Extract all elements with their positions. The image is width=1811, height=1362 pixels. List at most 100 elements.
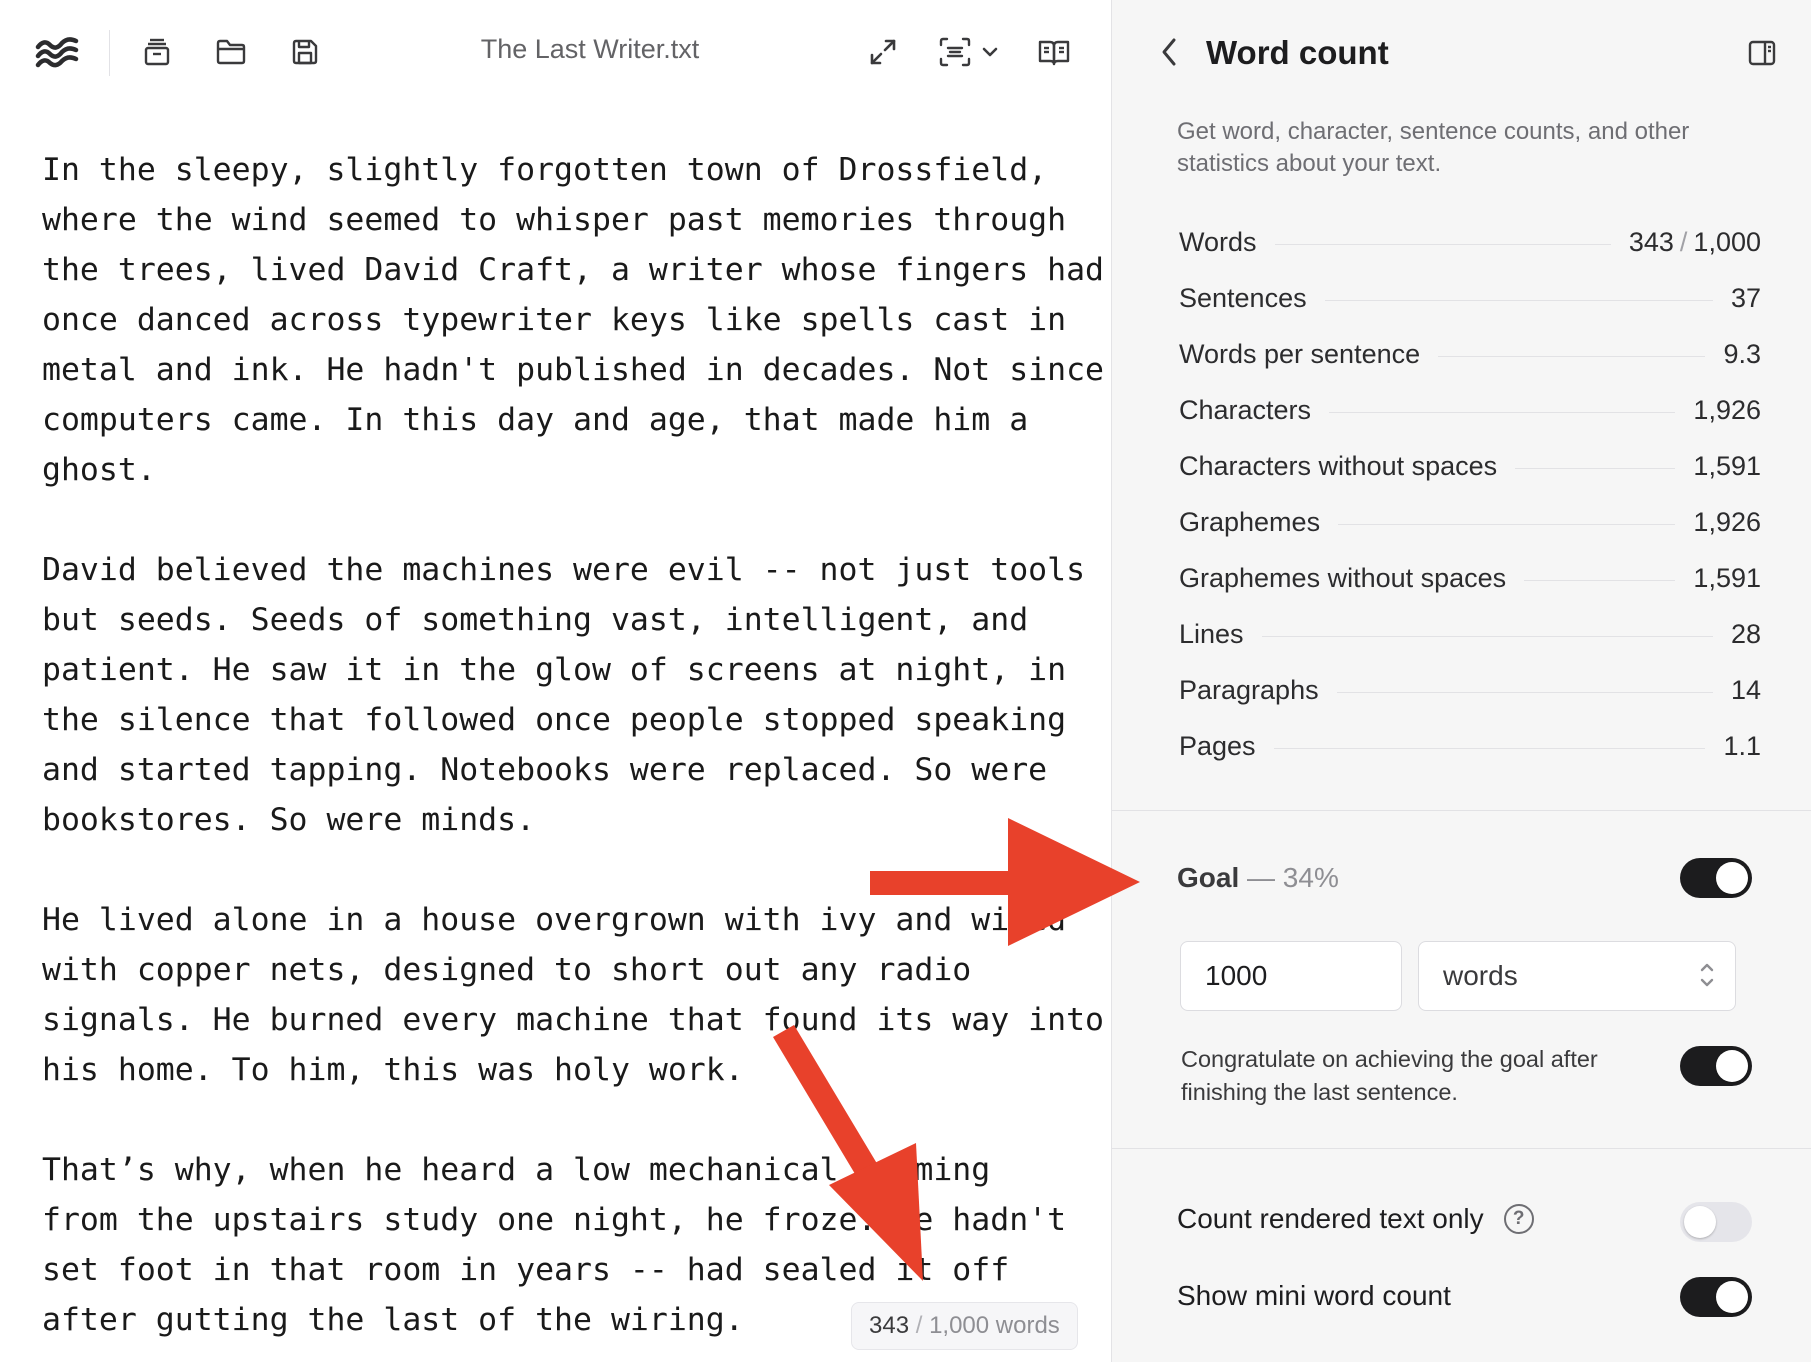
editor-line: patient. He saw it in the glow of screen… xyxy=(42,652,1067,688)
stat-leader-line xyxy=(1438,355,1706,357)
editor-line: ghost. xyxy=(42,452,156,488)
chevron-left-icon xyxy=(1162,38,1176,66)
congratulate-description: Congratulate on achieving the goal after… xyxy=(1181,1046,1598,1105)
editor-line: That’s why, when he heard a low mechanic… xyxy=(42,1152,991,1188)
mini-word-count[interactable]: 343 / 1,000 words xyxy=(851,1302,1078,1350)
mini-count-goal: 1,000 words xyxy=(929,1312,1060,1339)
goal-dash: — xyxy=(1239,862,1283,893)
sidebar-title: Word count xyxy=(1206,34,1389,71)
stat-label: Graphemes xyxy=(1179,506,1321,537)
count-rendered-label: Count rendered text only ? xyxy=(1177,1203,1534,1235)
sidebar-panel-icon xyxy=(1748,40,1776,66)
editor-text-area[interactable]: In the sleepy, slightly forgotten town o… xyxy=(42,145,1105,1362)
stat-value-number: 1,926 xyxy=(1693,506,1761,537)
help-icon[interactable]: ? xyxy=(1503,1204,1534,1234)
stat-leader-line xyxy=(1274,243,1611,245)
stat-row: Graphemes 1,926 xyxy=(1179,494,1761,550)
stat-value: 37 xyxy=(1731,283,1761,314)
editor-line: from the upstairs study one night, he fr… xyxy=(42,1202,1067,1238)
stat-row: Characters without spaces 1,591 xyxy=(1179,438,1761,494)
toggle-knob xyxy=(1684,1206,1716,1238)
editor-toolbar: The Last Writer.txt xyxy=(0,0,1111,104)
stat-leader-line xyxy=(1261,635,1713,637)
stat-value: 343/1,000 xyxy=(1629,227,1761,258)
stat-label: Graphemes without spaces xyxy=(1179,562,1507,593)
stat-value: 1,926 xyxy=(1693,507,1761,538)
editor-line: the silence that followed once people st… xyxy=(42,702,1067,738)
sidebar-panel-toggle-button[interactable] xyxy=(1741,32,1783,74)
editor-line: but seeds. Seeds of something vast, inte… xyxy=(42,602,1029,638)
chevron-down-icon xyxy=(982,47,998,57)
toggle-knob xyxy=(1716,1281,1748,1313)
save-icon[interactable] xyxy=(281,28,329,76)
stat-row: Sentences 37 xyxy=(1179,270,1761,326)
back-button[interactable] xyxy=(1147,30,1191,74)
show-mini-word-count-label: Show mini word count xyxy=(1177,1280,1451,1311)
stat-value-number: 14 xyxy=(1730,674,1761,705)
editor-paragraph: David believed the machines were evil --… xyxy=(42,545,1085,845)
stat-value-number: 37 xyxy=(1730,282,1761,313)
goal-label: Goal — 34% xyxy=(1177,862,1339,894)
goal-target-input[interactable] xyxy=(1180,941,1402,1011)
stat-leader-line xyxy=(1329,411,1676,413)
stat-row: Graphemes without spaces 1,591 xyxy=(1179,550,1761,606)
stat-label: Lines xyxy=(1179,618,1244,649)
stat-leader-line xyxy=(1336,691,1713,693)
stat-goal-separator: / xyxy=(1679,226,1688,257)
stat-label: Characters xyxy=(1179,394,1312,425)
editor-line: In the sleepy, slightly forgotten town o… xyxy=(42,152,1048,188)
section-divider xyxy=(1112,810,1811,811)
editor-paragraph: In the sleepy, slightly forgotten town o… xyxy=(42,145,1105,495)
stat-value: 9.3 xyxy=(1723,339,1761,370)
goal-unit-select[interactable]: words xyxy=(1418,941,1736,1011)
show-mini-word-count-toggle[interactable] xyxy=(1680,1277,1752,1317)
folder-icon[interactable] xyxy=(207,28,255,76)
stat-value-number: 28 xyxy=(1730,618,1761,649)
stat-leader-line xyxy=(1324,299,1713,301)
stat-value: 28 xyxy=(1731,619,1761,650)
chevron-up-down-icon xyxy=(1700,963,1714,987)
goal-toggle[interactable] xyxy=(1680,858,1752,898)
mini-count-separator: / xyxy=(915,1312,923,1339)
mini-count-current: 343 xyxy=(869,1312,910,1339)
sidebar-description: Get word, character, sentence counts, an… xyxy=(1177,118,1690,177)
expand-icon[interactable] xyxy=(859,28,907,76)
congratulate-toggle[interactable] xyxy=(1680,1046,1752,1086)
toggle-knob xyxy=(1716,862,1748,894)
toggle-knob xyxy=(1716,1050,1748,1082)
stat-label: Paragraphs xyxy=(1179,674,1319,705)
reader-book-icon[interactable] xyxy=(1030,28,1078,76)
stat-label: Words xyxy=(1179,226,1257,257)
stat-leader-line xyxy=(1338,523,1676,525)
stats-list: Words 343/1,000 Sentences 37 Words per sente… xyxy=(1179,214,1761,774)
goal-percent: 34% xyxy=(1282,862,1339,893)
stat-value: 1,591 xyxy=(1693,563,1761,594)
goal-unit-value: words xyxy=(1443,960,1518,991)
editor-paragraph: He lived alone in a house overgrown with… xyxy=(42,895,1104,1095)
document-title[interactable]: The Last Writer.txt xyxy=(360,34,820,65)
stat-row: Lines 28 xyxy=(1179,606,1761,662)
stat-row: Words per sentence 9.3 xyxy=(1179,326,1761,382)
word-count-sidebar: Word count Get word, character, sentence… xyxy=(1111,0,1811,1362)
stat-goal-value: 1,000 xyxy=(1693,226,1761,257)
editor-line: set foot in that room in years -- had se… xyxy=(42,1252,1010,1288)
editor-line: the trees, lived David Craft, a writer w… xyxy=(42,252,1105,288)
editor-line: computers came. In this day and age, tha… xyxy=(42,402,1029,438)
waves-logo-icon[interactable] xyxy=(33,28,81,76)
stat-value: 1.1 xyxy=(1723,731,1761,762)
stat-row: Characters 1,926 xyxy=(1179,382,1761,438)
editor-pane: The Last Writer.txt In the sleepy, sligh… xyxy=(0,0,1111,1362)
stat-value-number: 343 xyxy=(1628,226,1674,257)
focus-mode-menu[interactable] xyxy=(928,28,1008,76)
editor-line: He lived alone in a house overgrown with… xyxy=(42,902,1067,938)
stat-leader-line xyxy=(1273,747,1706,749)
editor-line: bookstores. So were minds. xyxy=(42,802,536,838)
stat-label: Characters without spaces xyxy=(1179,450,1498,481)
count-rendered-toggle[interactable] xyxy=(1680,1202,1752,1242)
stat-value-number: 1,591 xyxy=(1693,450,1761,481)
goal-label-text: Goal xyxy=(1177,862,1240,893)
editor-line: with copper nets, designed to short out … xyxy=(42,952,972,988)
archive-icon[interactable] xyxy=(133,28,181,76)
stat-label: Pages xyxy=(1179,730,1256,761)
stat-row: Paragraphs 14 xyxy=(1179,662,1761,718)
